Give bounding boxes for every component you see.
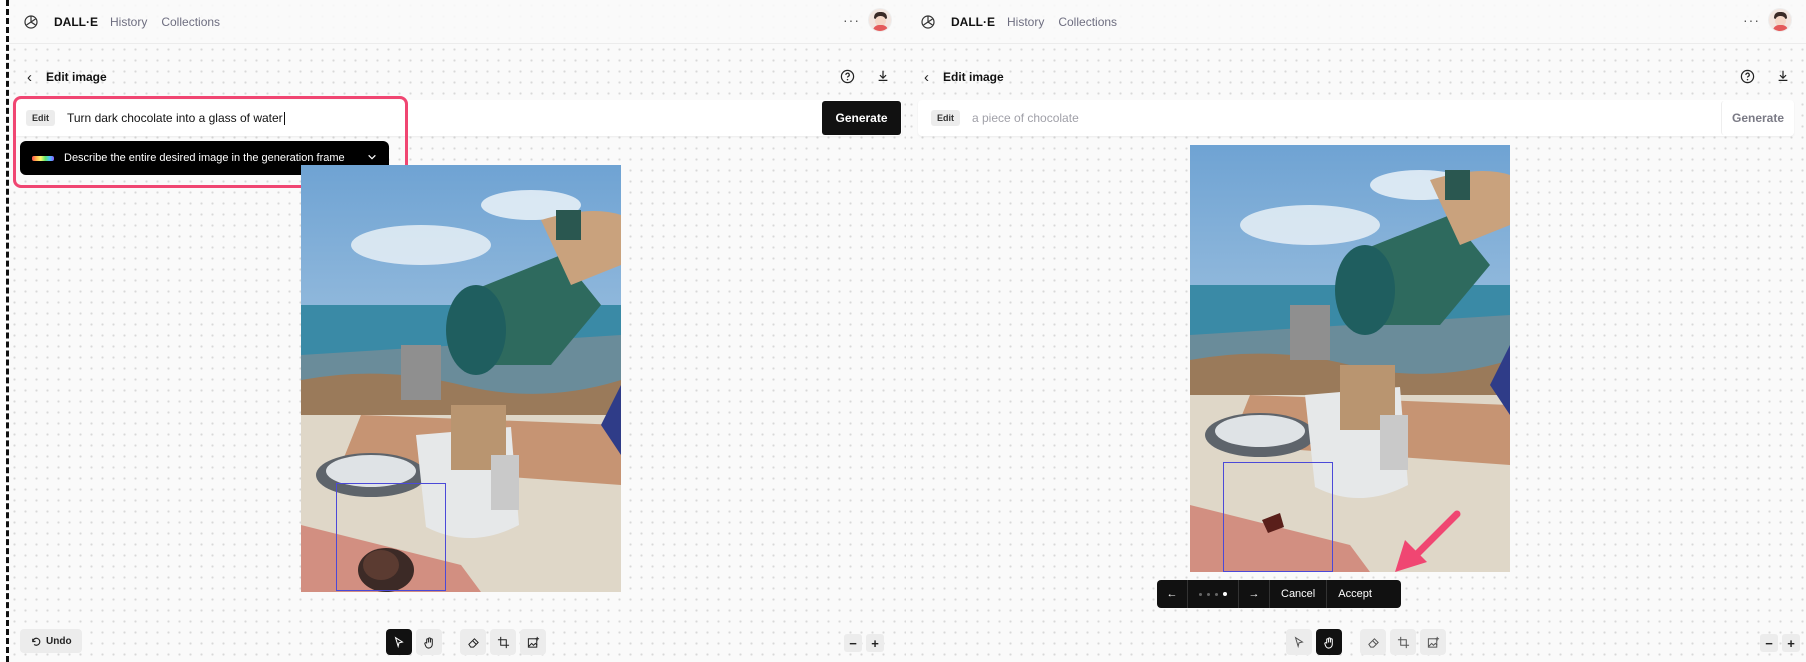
nav-collections[interactable]: Collections	[161, 15, 220, 29]
zoom-in-button[interactable]: +	[866, 634, 884, 652]
variant-dot-selected[interactable]	[1223, 592, 1227, 596]
next-variant-button[interactable]: →	[1239, 588, 1269, 600]
edit-image-canvas[interactable]	[301, 165, 621, 592]
more-options-icon[interactable]: ···	[1743, 12, 1760, 28]
generate-button[interactable]: Generate	[822, 101, 901, 135]
top-nav: DALL·E History Collections ···	[9, 0, 906, 44]
undo-button[interactable]: Undo	[20, 629, 82, 653]
chevron-down-icon[interactable]	[367, 152, 377, 165]
hand-tool-icon[interactable]	[1316, 629, 1342, 655]
variant-dot[interactable]	[1207, 592, 1210, 596]
cancel-button[interactable]: Cancel	[1270, 588, 1326, 600]
download-icon[interactable]	[1774, 67, 1792, 85]
edit-image-canvas[interactable]	[1190, 145, 1510, 572]
crop-frame-tool-icon[interactable]	[490, 629, 516, 655]
zoom-out-button[interactable]: −	[1760, 634, 1778, 652]
brand-name[interactable]: DALL·E	[54, 15, 98, 29]
crop-frame-tool-icon[interactable]	[1390, 629, 1416, 655]
mask-selection-box[interactable]	[336, 483, 446, 591]
top-nav: DALL·E History Collections ···	[906, 0, 1806, 44]
zoom-controls: − +	[844, 634, 884, 652]
tool-palette	[1286, 629, 1446, 655]
variant-dot[interactable]	[1215, 592, 1218, 596]
variant-dots	[1187, 580, 1239, 608]
add-image-tool-icon[interactable]	[520, 629, 546, 655]
download-icon[interactable]	[874, 67, 892, 85]
back-chevron-icon[interactable]: ‹	[27, 69, 32, 86]
back-chevron-icon[interactable]: ‹	[924, 69, 929, 86]
avatar[interactable]	[1768, 8, 1792, 32]
select-tool-icon[interactable]	[1286, 629, 1312, 655]
nav-collections[interactable]: Collections	[1058, 15, 1117, 29]
editor-panel-right: DALL·E History Collections ··· ‹ Edit im…	[906, 0, 1806, 662]
accept-button[interactable]: Accept	[1327, 588, 1383, 600]
edit-header: ‹ Edit image	[9, 62, 906, 92]
eraser-tool-icon[interactable]	[460, 629, 486, 655]
generate-button[interactable]: Generate	[1721, 101, 1794, 135]
edit-mode-chip: Edit	[931, 110, 960, 126]
undo-icon	[32, 637, 41, 646]
openai-logo-icon[interactable]	[22, 13, 40, 31]
nav-history[interactable]: History	[1007, 15, 1044, 29]
tool-palette	[386, 629, 546, 655]
variant-selector: ← → Cancel Accept	[1157, 580, 1401, 608]
annotation-arrow-icon	[1395, 510, 1461, 572]
prompt-input[interactable]: a piece of chocolate	[972, 111, 1721, 125]
avatar[interactable]	[868, 8, 892, 32]
mask-selection-box[interactable]	[1223, 462, 1333, 572]
variant-dot[interactable]	[1199, 592, 1202, 596]
help-icon[interactable]	[1738, 67, 1756, 85]
editor-panel-left: DALL·E History Collections ··· ‹ Edit im…	[9, 0, 906, 662]
more-options-icon[interactable]: ···	[843, 12, 860, 28]
add-image-tool-icon[interactable]	[1420, 629, 1446, 655]
brand-name[interactable]: DALL·E	[951, 15, 995, 29]
help-icon[interactable]	[838, 67, 856, 85]
openai-logo-icon[interactable]	[919, 13, 937, 31]
page-title: Edit image	[943, 70, 1004, 84]
previous-variant-button[interactable]: ←	[1157, 588, 1187, 600]
zoom-in-button[interactable]: +	[1782, 634, 1800, 652]
select-tool-icon[interactable]	[386, 629, 412, 655]
edit-header: ‹ Edit image	[906, 62, 1806, 92]
rainbow-icon	[32, 155, 54, 161]
hand-tool-icon[interactable]	[416, 629, 442, 655]
zoom-out-button[interactable]: −	[844, 634, 862, 652]
nav-history[interactable]: History	[110, 15, 147, 29]
hint-text: Describe the entire desired image in the…	[64, 152, 345, 164]
zoom-controls: − +	[1760, 634, 1800, 652]
page-title: Edit image	[46, 70, 107, 84]
undo-label: Undo	[46, 635, 72, 647]
eraser-tool-icon[interactable]	[1360, 629, 1386, 655]
prompt-bar: Edit a piece of chocolate Generate	[918, 100, 1794, 136]
